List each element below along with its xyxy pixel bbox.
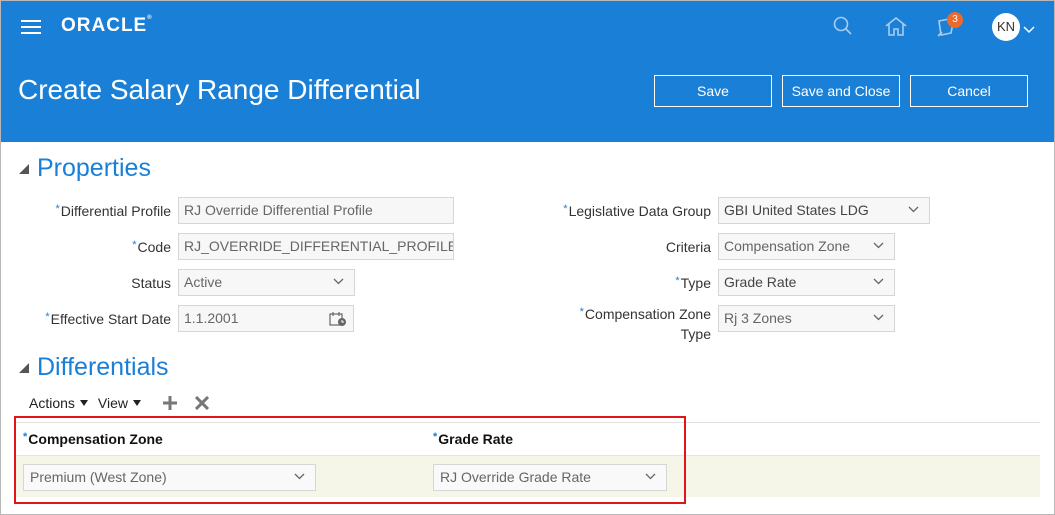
type-label: *Type [675,275,711,291]
compensation-zone-type-select[interactable]: Rj 3 Zones [718,305,895,332]
criteria-select[interactable]: Compensation Zone [718,233,895,260]
table-toolbar: Actions View [29,395,210,411]
table-row[interactable]: Premium (West Zone) RJ Override Grade Ra… [15,455,1040,497]
legislative-data-group-label: *Legislative Data Group [563,203,711,219]
differential-profile-label: *Differential Profile [55,203,171,219]
status-select[interactable]: Active [178,269,355,296]
calendar-icon[interactable] [329,311,347,327]
delete-icon[interactable] [195,396,210,410]
collapse-triangle-icon[interactable] [19,362,31,374]
chevron-down-icon[interactable] [873,278,884,285]
grade-rate-select[interactable]: RJ Override Grade Rate [433,464,667,491]
code-label: *Code [132,239,171,255]
view-label: View [97,395,129,411]
type-value: Grade Rate [724,274,797,290]
differentials-table: *Compensation Zone *Grade Rate Premium (… [15,422,1040,503]
chevron-down-icon[interactable] [1023,21,1035,39]
chevron-down-icon[interactable] [645,473,656,480]
chevron-down-icon[interactable] [873,314,884,321]
code-input[interactable]: RJ_OVERRIDE_DIFFERENTIAL_PROFILE [178,233,454,260]
status-label: Status [131,275,171,291]
save-button[interactable]: Save [654,75,772,107]
view-menu[interactable]: View [97,395,142,411]
actions-label: Actions [29,395,75,411]
compensation-zone-value: Premium (West Zone) [30,469,167,485]
chevron-down-icon[interactable] [873,242,884,249]
legislative-data-group-value: GBI United States LDG [724,202,869,218]
actions-menu[interactable]: Actions [29,395,88,411]
differential-profile-input[interactable]: RJ Override Differential Profile [178,197,454,224]
status-value: Active [184,274,223,290]
column-header-grade-rate[interactable]: *Grade Rate [433,431,513,447]
oracle-logo[interactable]: ORACLE® [61,15,153,37]
avatar[interactable]: KN [992,13,1020,41]
collapse-triangle-icon[interactable] [19,163,31,175]
chevron-down-icon[interactable] [908,206,919,213]
chevron-down-icon[interactable] [294,473,305,480]
add-icon[interactable] [163,396,178,410]
compensation-zone-type-label: *Compensation Zone [579,306,711,322]
caret-down-icon [133,400,142,406]
column-header-compensation-zone[interactable]: *Compensation Zone [23,431,163,447]
grade-rate-value: RJ Override Grade Rate [440,469,591,485]
differentials-section-header[interactable]: Differentials [19,353,169,382]
page-header: Create Salary Range Differential Save Sa… [1,52,1054,142]
section-title: Differentials [37,353,169,381]
menu-icon[interactable] [21,20,41,34]
notification-badge: 3 [947,12,963,28]
properties-section-header[interactable]: Properties [19,154,151,183]
page-title: Create Salary Range Differential [18,74,421,105]
effective-start-date-value: 1.1.2001 [184,310,239,326]
home-icon[interactable] [884,15,908,39]
effective-start-date-label: *Effective Start Date [45,311,171,327]
caret-down-icon [79,400,88,406]
top-bar: ORACLE® 3 KN [1,1,1054,52]
save-and-close-button[interactable]: Save and Close [782,75,900,107]
type-select[interactable]: Grade Rate [718,269,895,296]
compensation-zone-type-value: Rj 3 Zones [724,310,792,326]
criteria-value: Compensation Zone [724,238,851,254]
legislative-data-group-select[interactable]: GBI United States LDG [718,197,930,224]
effective-start-date-input[interactable]: 1.1.2001 [178,305,354,332]
criteria-label: Criteria [665,239,711,255]
cancel-button[interactable]: Cancel [910,75,1028,107]
compensation-zone-select[interactable]: Premium (West Zone) [23,464,316,491]
search-icon[interactable] [832,15,856,39]
section-title: Properties [37,154,151,182]
compensation-zone-type-label-line2: Type [680,326,711,342]
table-top-divider [15,422,1040,423]
chevron-down-icon[interactable] [333,278,344,285]
